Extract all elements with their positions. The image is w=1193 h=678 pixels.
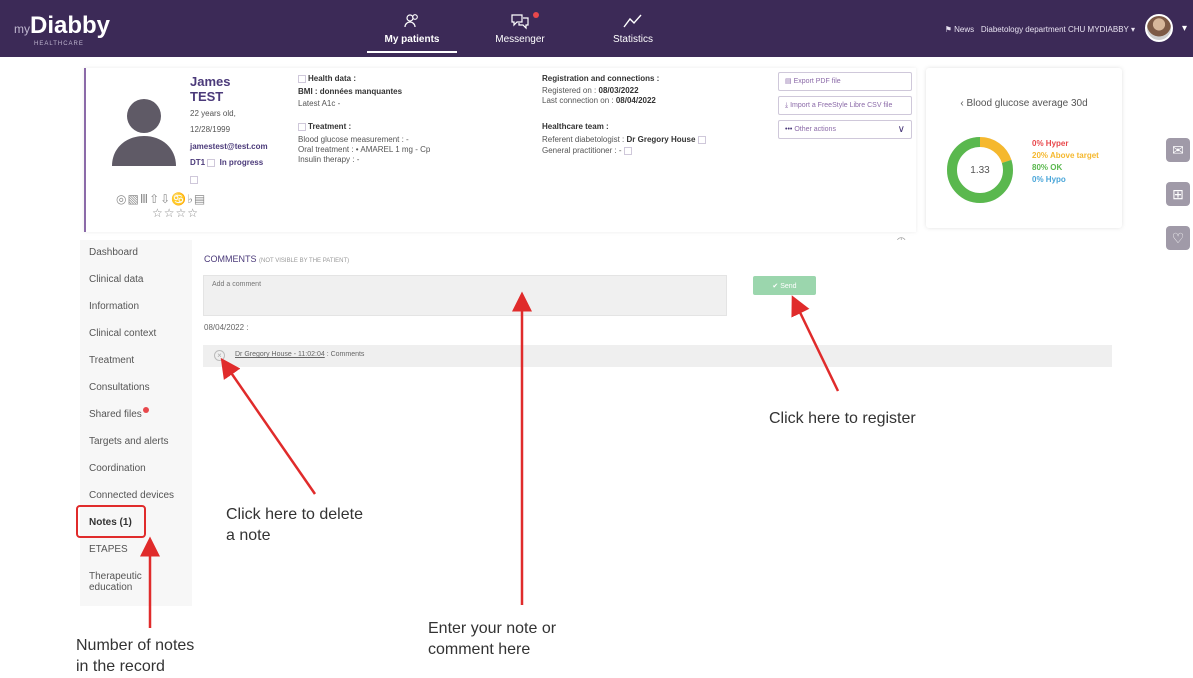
annotation-register: Click here to register: [769, 410, 916, 427]
annotation-enter-note: Enter your note or comment here: [428, 620, 557, 658]
page: myDiabby HEALTHCARE My patients Messenge…: [0, 0, 1193, 678]
annotation-arrows: [140, 291, 840, 628]
arrow-to-delete: [220, 357, 317, 495]
annotation-delete: Click here to delete a note: [226, 506, 363, 544]
arrow-to-send: [791, 295, 840, 392]
annotation-notes-count: Number of notes in the record: [76, 637, 195, 675]
